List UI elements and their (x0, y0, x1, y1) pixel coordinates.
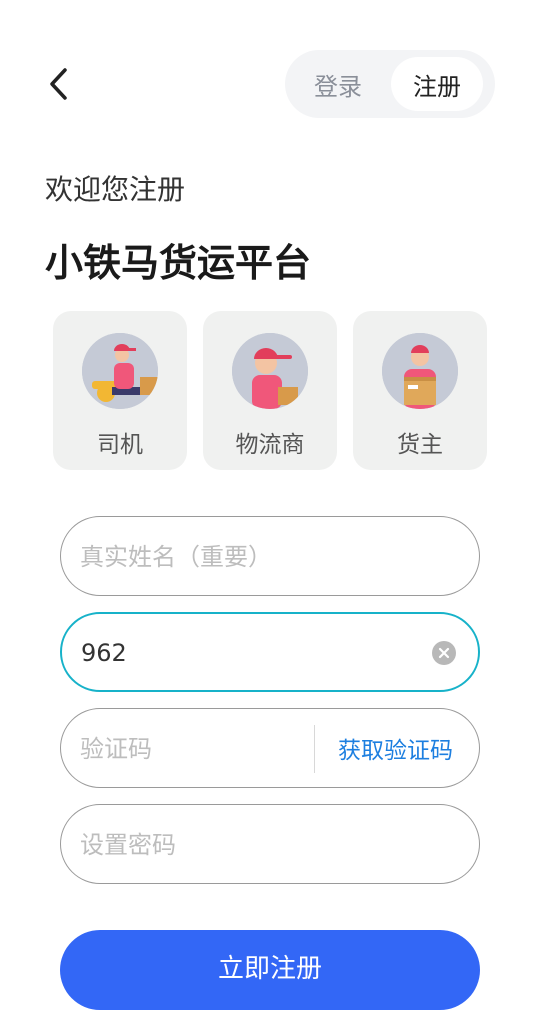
verification-code-input[interactable] (78, 709, 302, 789)
role-label-shipper: 货主 (397, 432, 443, 458)
shipper-avatar-icon (382, 333, 458, 409)
platform-title: 小铁马货运平台 (45, 241, 312, 285)
close-icon (438, 647, 450, 659)
verification-code-field[interactable]: 获取验证码 (60, 708, 480, 789)
role-label-driver: 司机 (97, 432, 143, 458)
tab-login[interactable]: 登录 (292, 57, 384, 111)
phone-input[interactable] (79, 614, 423, 692)
role-label-logistics: 物流商 (235, 432, 305, 458)
back-button[interactable] (40, 64, 76, 104)
register-now-button[interactable]: 立即注册 (60, 930, 480, 1010)
name-field[interactable] (60, 516, 480, 597)
password-field[interactable] (60, 804, 480, 885)
role-card-logistics[interactable]: 物流商 (203, 311, 337, 470)
logistics-avatar-icon (232, 333, 308, 409)
phone-field[interactable] (60, 612, 480, 692)
login-register-switch: 登录 注册 (285, 50, 495, 118)
field-divider (314, 725, 315, 773)
clear-input-button[interactable] (432, 641, 456, 665)
tab-register[interactable]: 注册 (391, 57, 483, 111)
password-input[interactable] (78, 805, 422, 885)
get-verification-code-button[interactable]: 获取验证码 (338, 709, 453, 787)
role-card-driver[interactable]: 司机 (53, 311, 187, 470)
driver-avatar-icon (82, 333, 158, 409)
chevron-left-icon (50, 68, 67, 100)
welcome-text: 欢迎您注册 (45, 173, 186, 206)
role-card-shipper[interactable]: 货主 (353, 311, 487, 470)
name-input[interactable] (78, 517, 422, 597)
